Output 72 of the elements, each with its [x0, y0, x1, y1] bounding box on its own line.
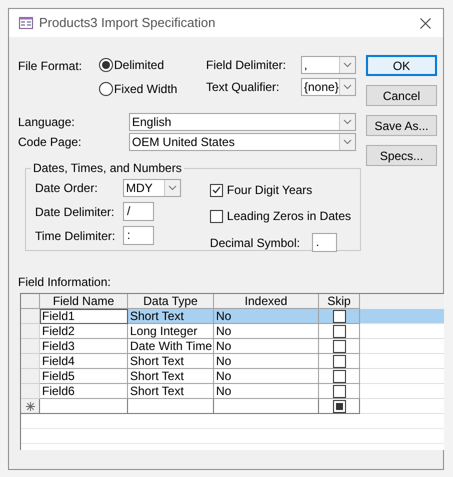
- dropdown-field[interactable]: English: [129, 113, 356, 131]
- skip-checkbox[interactable]: [332, 310, 346, 322]
- skip-checkbox[interactable]: [332, 324, 346, 338]
- skip-checkbox[interactable]: [332, 354, 346, 368]
- chevron-down-icon: [168, 185, 177, 191]
- field-label: Date Delimiter:: [35, 204, 116, 220]
- dropdown-field[interactable]: ,: [301, 56, 356, 74]
- grid-row[interactable]: Field4 Short Text No: [21, 354, 444, 369]
- dropdown-field[interactable]: {none}: [301, 78, 356, 96]
- table-cell[interactable]: Field6: [40, 384, 128, 399]
- text-field[interactable]: /: [123, 202, 154, 221]
- field-label: Text Qualifier:: [206, 79, 280, 96]
- table-cell[interactable]: Field5: [40, 369, 128, 384]
- skip-checkbox[interactable]: [332, 384, 346, 398]
- field-label: Language:: [18, 114, 76, 131]
- text-field[interactable]: :: [123, 226, 154, 245]
- skip-checkbox[interactable]: [332, 400, 346, 412]
- checkbox-label: Four Digit Years: [226, 182, 312, 199]
- dialog-button[interactable]: Save As...: [366, 115, 437, 136]
- skip-checkbox[interactable]: [332, 370, 346, 382]
- grid-row[interactable]: Field6 Short Text No: [21, 384, 444, 399]
- checkbox-label: Leading Zeros in Dates: [226, 208, 351, 225]
- table-cell[interactable]: Field2: [40, 324, 128, 339]
- window-title: Products3 Import Specification: [39, 14, 216, 32]
- grid-row[interactable]: Field3 Date With Time No: [21, 339, 444, 354]
- field-label: Code Page:: [18, 134, 82, 151]
- field-label: Field Delimiter:: [206, 57, 288, 74]
- table-cell[interactable]: Field4: [40, 354, 128, 369]
- grid-row[interactable]: Field5 Short Text No: [21, 369, 444, 384]
- chevron-down-icon: [343, 62, 352, 68]
- table-cell[interactable]: Short Text: [128, 384, 214, 399]
- radio-label: Fixed Width: [114, 81, 178, 98]
- dropdown-field[interactable]: OEM United States: [129, 133, 356, 151]
- dialog-button[interactable]: OK: [366, 55, 437, 76]
- chevron-down-icon: [343, 84, 352, 90]
- table-cell[interactable]: No: [214, 384, 319, 399]
- table-cell[interactable]: No: [214, 369, 319, 384]
- dialog-button[interactable]: Specs...: [366, 145, 437, 166]
- chevron-down-icon: [343, 119, 352, 125]
- table-cell[interactable]: Short Text: [128, 354, 214, 369]
- skip-checkbox[interactable]: [332, 340, 346, 352]
- form-icon: [19, 17, 33, 29]
- group-title: Dates, Times, and Numbers: [31, 161, 184, 175]
- section-label: Field Information:: [18, 274, 112, 291]
- radio-button[interactable]: [99, 82, 113, 96]
- close-icon[interactable]: [420, 18, 431, 28]
- row-selector[interactable]: [21, 399, 40, 414]
- table-cell[interactable]: No: [214, 309, 319, 324]
- radio-label: Delimited: [114, 57, 164, 74]
- field-label: Date Order:: [35, 180, 99, 197]
- field-label: Decimal Symbol:: [210, 234, 301, 252]
- table-cell[interactable]: Short Text: [128, 309, 214, 324]
- dialog-button[interactable]: Cancel: [366, 85, 437, 106]
- field-label: Time Delimiter:: [35, 228, 116, 244]
- text-field[interactable]: .: [312, 233, 337, 252]
- file-format-label: File Format:: [18, 58, 84, 75]
- table-cell[interactable]: Date With Time: [128, 339, 214, 354]
- grid-row[interactable]: Field1 Short Text No: [21, 309, 444, 324]
- table-cell[interactable]: No: [214, 354, 319, 369]
- new-record-icon: [26, 402, 34, 410]
- dropdown-field[interactable]: MDY: [123, 179, 181, 197]
- table-cell[interactable]: No: [214, 339, 319, 354]
- table-cell[interactable]: Field3: [40, 339, 128, 354]
- checkbox[interactable]: [210, 210, 223, 222]
- table-cell[interactable]: No: [214, 324, 319, 339]
- table-cell[interactable]: Short Text: [128, 369, 214, 384]
- checkbox[interactable]: [210, 184, 223, 196]
- grid-row[interactable]: Field2 Long Integer No: [21, 324, 444, 339]
- chevron-down-icon: [343, 139, 352, 145]
- table-cell[interactable]: Field1: [40, 309, 128, 324]
- table-cell[interactable]: Long Integer: [128, 324, 214, 339]
- radio-button[interactable]: [99, 58, 113, 72]
